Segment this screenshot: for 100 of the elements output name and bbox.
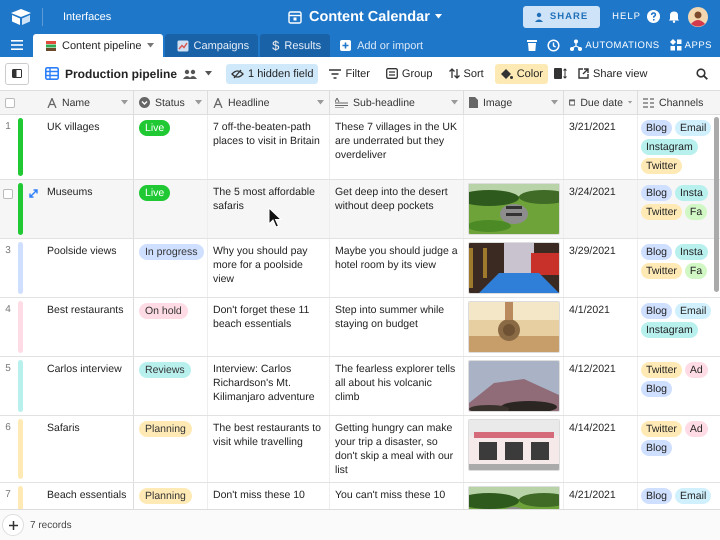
table-tab[interactable]: Campaigns [164,34,258,57]
automations-button[interactable]: AUTOMATIONS [570,39,660,51]
filter-icon [329,68,342,78]
people-icon [183,68,198,78]
table-cell: The fearless explorer tells all about his volcanic climb [335,363,456,403]
channel-tag: Blog [641,120,672,136]
channel-tag: Insta [675,185,708,201]
status-tag: Planning [139,488,192,504]
table-cell: Don't miss these 10 [213,489,305,501]
sort-icon [448,68,460,79]
date-cell: 3/21/2021 [569,121,616,133]
column-header[interactable]: Channels [638,91,720,114]
plus-icon [8,520,18,530]
history-icon[interactable] [547,38,560,52]
table-cell: Getting hungry can make your trip a disaster, so don't skip a meal with our list [335,422,454,476]
row-height-icon[interactable] [554,68,567,79]
table-cell: Carlos interview [47,363,122,375]
toolbar-button[interactable]: 1 hidden field [226,64,318,84]
table-tab[interactable]: Content pipeline [33,34,163,57]
table-cell: Safaris [47,422,80,434]
channel-tag: Blog [641,440,672,456]
status-tag: Planning [139,421,192,437]
date-cell: 4/14/2021 [569,422,616,434]
column-header[interactable]: Due date [564,91,638,114]
add-or-import-button[interactable]: Add or import [332,34,432,57]
channel-tag: Blog [641,381,672,397]
toolbar-button[interactable]: Group [380,64,438,84]
channel-tag: Ad [684,362,708,378]
channel-tag: Blog [641,303,672,319]
channel-tag: Email [675,488,712,504]
row-number: 7 [4,488,12,502]
apps-icon [670,39,682,51]
toolbar-button[interactable]: Sort [444,64,489,84]
dropdown-field-icon [139,97,150,108]
view-name[interactable]: Production pipeline [65,66,178,80]
row-checkbox[interactable] [3,189,13,199]
status-tag: Reviews [139,362,191,378]
column-header[interactable]: Sub-headline [330,91,464,114]
help-icon[interactable] [647,10,660,23]
column-header[interactable]: Headline [208,91,330,114]
caret-icon[interactable] [205,71,212,76]
caret-icon[interactable] [146,43,154,48]
channel-tag: Ad [684,421,708,437]
status-tag: Live [139,185,170,201]
table-cell: Step into summer while staying on budget [335,304,444,330]
menu-icon[interactable] [11,40,23,50]
toolbar-button[interactable]: Filter [324,64,375,84]
calendar-icon [569,97,576,108]
text-field-icon [213,98,223,108]
share-view-button[interactable]: Share view [572,64,652,84]
date-cell: 4/12/2021 [569,363,616,375]
nodes-icon [570,39,582,51]
channel-tag: Fa [684,263,708,279]
paint-bucket-icon [500,68,513,80]
logo[interactable] [10,8,32,26]
bell-icon[interactable] [668,10,680,23]
column-header[interactable]: Name [42,91,134,114]
toolbar-button[interactable]: Color [494,64,548,84]
plus-icon [340,40,352,51]
avatar[interactable] [688,6,708,26]
date-cell: 4/21/2021 [569,489,616,501]
eye-slash-icon [231,68,244,78]
channel-tag: Twitter [641,158,682,174]
table-cell: Best restaurants [47,304,124,316]
row-number: 1 [4,120,12,134]
table-cell: Why you should pay more for a poolside view [213,245,308,285]
channel-tag: Blog [641,244,672,260]
expand-icon[interactable] [29,189,38,198]
table-cell: Get deep into the desert without deep pockets [335,186,448,212]
column-header[interactable]: Image [464,91,564,114]
apps-button[interactable]: APPS [670,39,712,51]
calendar-icon [288,10,302,24]
search-icon[interactable] [696,68,708,80]
status-tag: Live [139,120,170,136]
scrollbar[interactable] [714,117,719,292]
trash-icon[interactable] [527,39,538,51]
channel-tag: Blog [641,488,672,504]
cursor-icon [268,207,282,229]
channel-tag: Instagram [641,139,698,155]
interfaces-link[interactable]: Interfaces [63,10,112,22]
table-cell: Maybe you should judge a hotel room by its view [335,245,458,271]
table-cell: Museums [47,186,93,198]
channel-tag: Email [675,303,712,319]
table-cell: These 7 villages in the UK are underrated but they overdeliver [335,121,457,161]
table-tab[interactable]: $ Results [260,34,330,57]
column-header[interactable]: Status [134,91,208,114]
channel-tag: Twitter [641,421,682,437]
channel-tag: Fa [684,204,708,220]
base-title[interactable]: Content Calendar [309,8,430,24]
add-record-button[interactable] [2,514,24,536]
row-number: 6 [4,421,12,435]
table-cell: The 5 most affordable safaris [213,186,315,212]
table-cell: The best restaurants to visit while travelling [213,422,321,448]
help-link[interactable]: HELP [612,11,641,22]
share-button[interactable]: SHARE [522,6,600,28]
select-all-checkbox[interactable] [5,98,15,108]
person-icon [534,12,545,22]
caret-icon[interactable] [434,14,442,19]
row-number: 5 [4,362,12,376]
sidebar-toggle-button[interactable] [5,62,29,84]
